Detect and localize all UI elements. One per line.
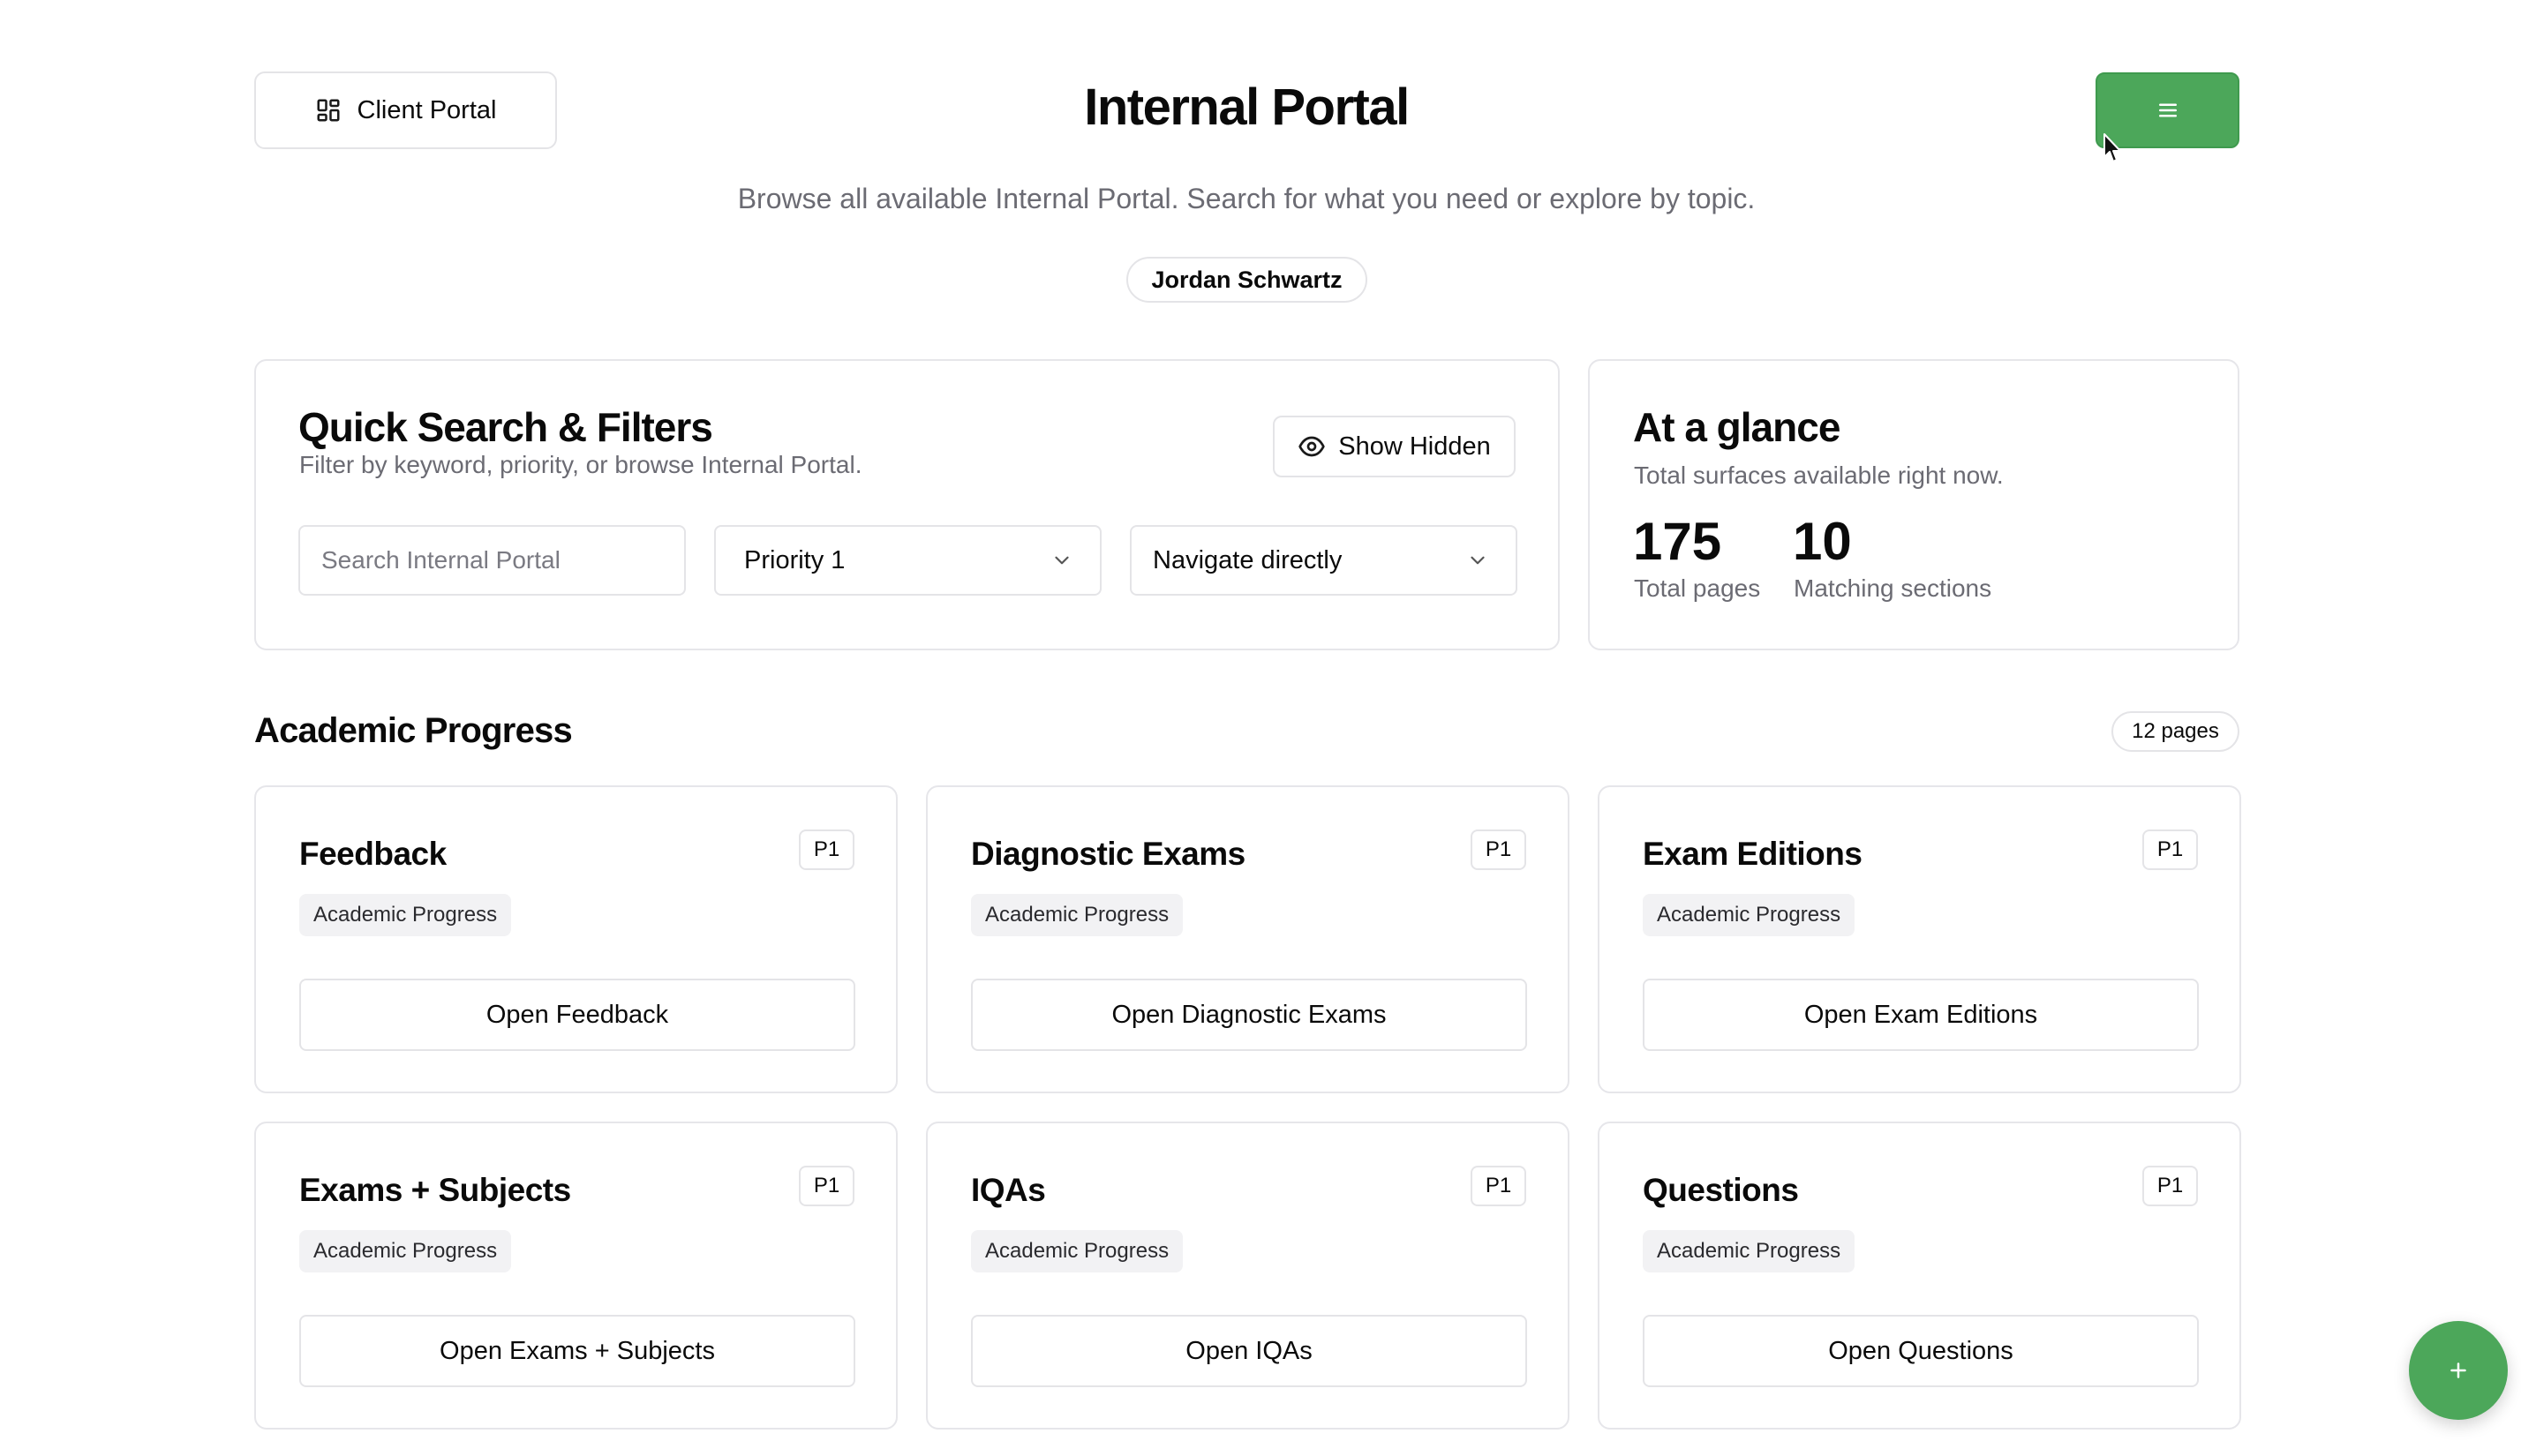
open-diagnostic-exams-button[interactable]: Open Diagnostic Exams	[971, 979, 1527, 1051]
filters-title: Quick Search & Filters	[298, 404, 713, 450]
stat-matching-sections-label: Matching sections	[1794, 574, 1992, 602]
category-tag: Academic Progress	[1643, 1230, 1855, 1272]
glance-panel: At a glance Total surfaces available rig…	[1588, 359, 2239, 650]
chevron-down-icon	[1471, 556, 1485, 565]
section-page-count-badge: 12 pages	[2111, 711, 2239, 752]
show-hidden-button[interactable]: Show Hidden	[1273, 416, 1516, 477]
stat-total-pages-value: 175	[1633, 512, 1722, 571]
glance-description: Total surfaces available right now.	[1634, 462, 2004, 489]
card-title: Exam Editions	[1643, 836, 1863, 872]
card-title: Feedback	[299, 836, 447, 872]
page-card-feedback: Feedback P1 Academic Progress Open Feedb…	[254, 785, 898, 1093]
card-title: Exams + Subjects	[299, 1172, 571, 1208]
page-card-exam-editions: Exam Editions P1 Academic Progress Open …	[1598, 785, 2241, 1093]
plus-icon	[2450, 1362, 2466, 1378]
add-fab-button[interactable]	[2409, 1321, 2508, 1420]
open-questions-button[interactable]: Open Questions	[1643, 1315, 2199, 1387]
stat-total-pages-label: Total pages	[1634, 574, 1761, 602]
priority-badge: P1	[1471, 1166, 1526, 1206]
category-tag: Academic Progress	[299, 894, 512, 936]
page-card-questions: Questions P1 Academic Progress Open Ques…	[1598, 1122, 2241, 1430]
priority-select-value: Priority 1	[744, 545, 846, 574]
category-tag: Academic Progress	[971, 1230, 1184, 1272]
stat-matching-sections-value: 10	[1793, 512, 1852, 571]
filters-panel: Quick Search & Filters Filter by keyword…	[254, 359, 1560, 650]
chevron-down-icon	[1055, 556, 1069, 565]
glance-title: At a glance	[1633, 404, 1840, 450]
filters-description: Filter by keyword, priority, or browse I…	[299, 451, 862, 478]
eye-icon	[1298, 436, 1325, 457]
priority-badge: P1	[2142, 829, 2198, 870]
page-card-diagnostic-exams: Diagnostic Exams P1 Academic Progress Op…	[926, 785, 1569, 1093]
card-title: Questions	[1643, 1172, 1799, 1208]
card-title: IQAs	[971, 1172, 1046, 1208]
category-tag: Academic Progress	[299, 1230, 512, 1272]
navigate-select[interactable]: Navigate directly	[1130, 525, 1517, 596]
show-hidden-label: Show Hidden	[1338, 432, 1491, 461]
page-card-exams-subjects: Exams + Subjects P1 Academic Progress Op…	[254, 1122, 898, 1430]
user-name-badge: Jordan Schwartz	[1126, 257, 1367, 303]
hamburger-menu-icon	[2158, 103, 2177, 117]
open-exam-editions-button[interactable]: Open Exam Editions	[1643, 979, 2199, 1051]
open-exams-subjects-button[interactable]: Open Exams + Subjects	[299, 1315, 855, 1387]
section-title: Academic Progress	[254, 711, 573, 750]
mouse-cursor-icon	[2103, 133, 2121, 162]
category-tag: Academic Progress	[971, 894, 1184, 936]
search-input[interactable]	[298, 525, 686, 596]
category-tag: Academic Progress	[1643, 894, 1855, 936]
priority-badge: P1	[799, 1166, 854, 1206]
priority-badge: P1	[2142, 1166, 2198, 1206]
priority-select[interactable]: Priority 1	[714, 525, 1102, 596]
page-subtitle: Browse all available Internal Portal. Se…	[737, 183, 1756, 214]
open-iqas-button[interactable]: Open IQAs	[971, 1315, 1527, 1387]
page-card-iqas: IQAs P1 Academic Progress Open IQAs	[926, 1122, 1569, 1430]
navigate-select-value: Navigate directly	[1153, 545, 1343, 574]
open-feedback-button[interactable]: Open Feedback	[299, 979, 855, 1051]
priority-badge: P1	[1471, 829, 1526, 870]
card-title: Diagnostic Exams	[971, 836, 1245, 872]
priority-badge: P1	[799, 829, 854, 870]
